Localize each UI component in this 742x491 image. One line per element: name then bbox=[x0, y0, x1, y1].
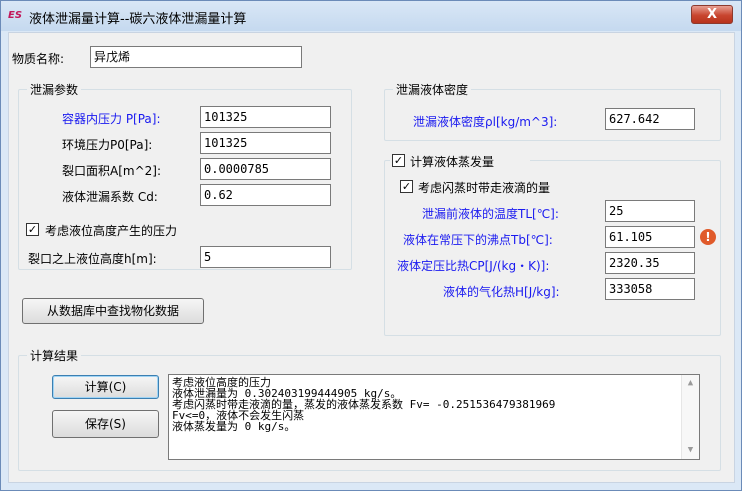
save-button[interactable]: 保存(S) bbox=[52, 410, 159, 438]
consider-level-label: 考虑液位高度产生的压力 bbox=[45, 224, 178, 238]
substance-input[interactable]: 异戊烯 bbox=[90, 46, 302, 68]
density-input[interactable]: 627.642 bbox=[605, 108, 695, 130]
app-window: ES 液体泄漏量计算--碳六液体泄漏量计算 X 物质名称: 异戊烯 泄漏参数 容… bbox=[0, 0, 742, 491]
query-database-button[interactable]: 从数据库中查找物化数据 bbox=[22, 298, 204, 324]
dialog-client: 物质名称: 异戊烯 泄漏参数 容器内压力 P[Pa]: 101325 环境压力P… bbox=[8, 32, 735, 483]
close-button[interactable]: X bbox=[691, 5, 733, 24]
scroll-down-icon[interactable]: ▼ bbox=[682, 445, 699, 456]
level-height-input[interactable]: 5 bbox=[200, 246, 331, 268]
orifice-area-label: 裂口面积A[m^2]: bbox=[62, 164, 161, 178]
evaporation-checkbox[interactable]: ✓ bbox=[392, 154, 405, 167]
evaporation-title: 计算液体蒸发量 bbox=[410, 155, 495, 169]
vaporization-heat-input[interactable]: 333058 bbox=[605, 278, 695, 300]
close-icon: X bbox=[706, 7, 718, 22]
liquid-temp-input[interactable]: 25 bbox=[605, 200, 695, 222]
consider-level-checkbox[interactable]: ✓ bbox=[26, 223, 39, 236]
boiling-point-input[interactable]: 61.105 bbox=[605, 226, 695, 248]
pressure-input[interactable]: 101325 bbox=[200, 106, 331, 128]
boiling-point-label: 液体在常压下的沸点Tb[℃]: bbox=[403, 233, 553, 247]
result-line: 液体蒸发量为 0 kg/s。 bbox=[172, 420, 296, 433]
app-icon: ES bbox=[8, 10, 23, 21]
specific-heat-label: 液体定压比热CP[J/(kg・K)]: bbox=[397, 259, 550, 273]
title-bar[interactable]: ES 液体泄漏量计算--碳六液体泄漏量计算 X bbox=[1, 1, 741, 31]
level-height-label: 裂口之上液位高度h[m]: bbox=[28, 252, 157, 266]
specific-heat-input[interactable]: 2320.35 bbox=[605, 252, 695, 274]
scroll-up-icon[interactable]: ▲ bbox=[682, 378, 699, 389]
pressure-label: 容器内压力 P[Pa]: bbox=[62, 112, 161, 126]
window-title: 液体泄漏量计算--碳六液体泄漏量计算 bbox=[29, 12, 247, 27]
discharge-coef-input[interactable]: 0.62 bbox=[200, 184, 331, 206]
results-title: 计算结果 bbox=[27, 347, 82, 364]
liquid-temp-label: 泄漏前液体的温度TL[℃]: bbox=[422, 207, 559, 221]
flash-label: 考虑闪蒸时带走液滴的量 bbox=[418, 181, 551, 195]
warning-icon[interactable]: ! bbox=[700, 229, 716, 245]
vaporization-heat-label: 液体的气化热H[J/kg]: bbox=[443, 285, 560, 299]
calculate-button[interactable]: 计算(C) bbox=[52, 375, 159, 399]
density-label: 泄漏液体密度ρl[kg/m^3]: bbox=[413, 115, 558, 129]
flash-checkbox[interactable]: ✓ bbox=[400, 180, 413, 193]
ambient-pressure-input[interactable]: 101325 bbox=[200, 132, 331, 154]
result-textarea[interactable]: 考虑液位高度的压力 液体泄漏量为 0.302403199444905 kg/s。… bbox=[168, 374, 700, 460]
density-title: 泄漏液体密度 bbox=[393, 81, 472, 98]
ambient-pressure-label: 环境压力P0[Pa]: bbox=[62, 138, 153, 152]
result-scrollbar[interactable]: ▲ ▼ bbox=[681, 375, 699, 459]
orifice-area-input[interactable]: 0.0000785 bbox=[200, 158, 331, 180]
substance-label: 物质名称: bbox=[12, 52, 65, 66]
discharge-coef-label: 液体泄漏系数 Cd: bbox=[62, 190, 158, 204]
leak-params-title: 泄漏参数 bbox=[27, 81, 82, 98]
